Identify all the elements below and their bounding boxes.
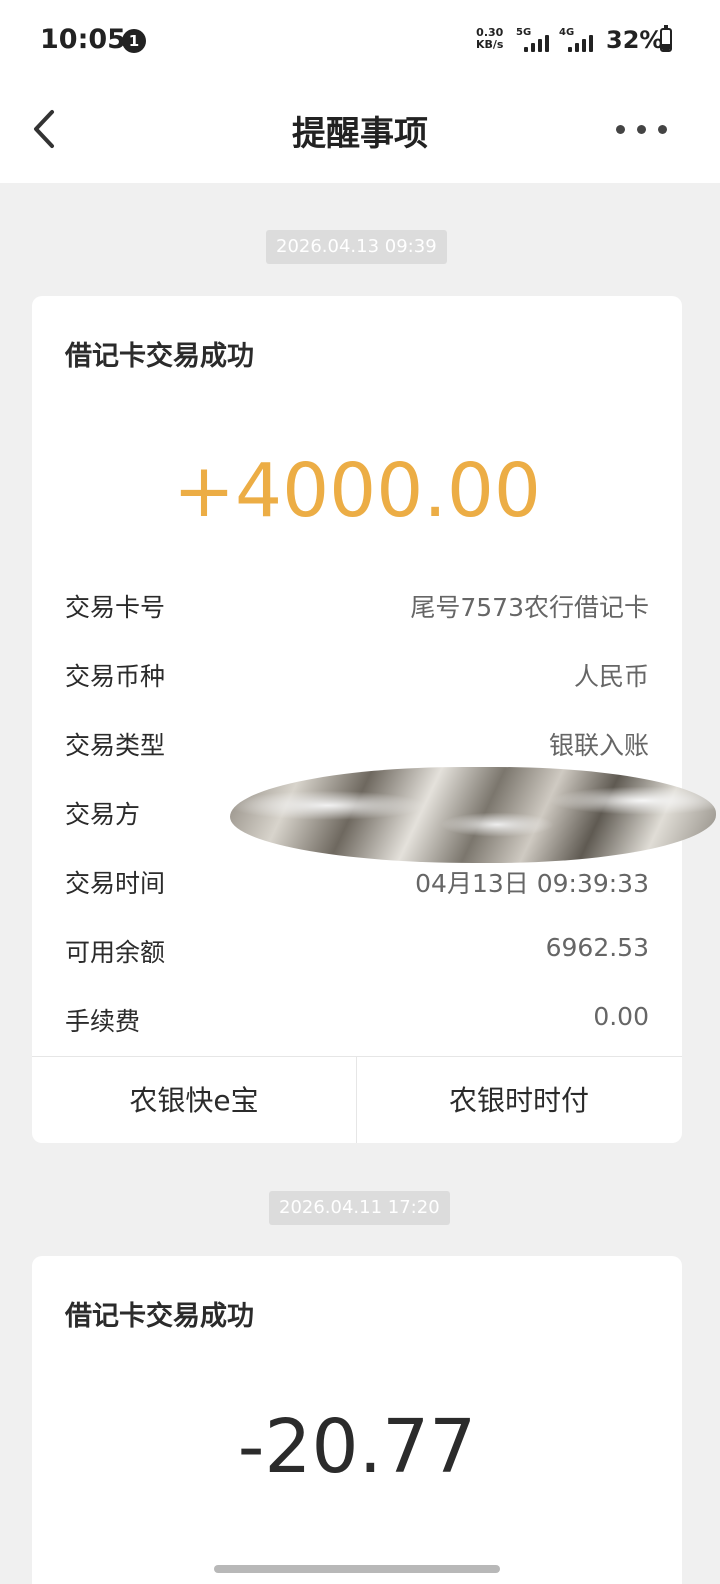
network-speed-unit: KB/s [476, 38, 504, 51]
detail-value: 尾号7573农行借记卡 [410, 593, 649, 622]
signal-5g-icon [524, 34, 552, 52]
detail-row-currency: 交易币种 人民币 [65, 657, 649, 697]
shishifu-button[interactable]: 农银时时付 [357, 1057, 681, 1143]
transaction-card: 借记卡交易成功 -20.77 [32, 1256, 682, 1584]
message-timestamp: 2026.04.13 09:39 [266, 230, 447, 264]
detail-value: 人民币 [573, 662, 649, 691]
more-button[interactable] [612, 112, 672, 146]
notification-badge: 1 [122, 29, 146, 53]
card-action-bar: 农银快e宝 农银时时付 [32, 1056, 682, 1143]
detail-value: 银联入账 [548, 731, 649, 760]
network-speed: 0.30 KB/s [476, 27, 503, 51]
home-indicator[interactable] [214, 1565, 500, 1573]
detail-row-fee: 手续费 0.00 [65, 1002, 649, 1042]
redaction-mark [230, 767, 716, 863]
status-time: 10:05 [40, 24, 126, 55]
message-timestamp: 2026.04.11 17:20 [269, 1191, 450, 1225]
detail-value: 0.00 [593, 1002, 649, 1031]
kuaiebao-button[interactable]: 农银快e宝 [32, 1057, 357, 1143]
detail-row-card-number: 交易卡号 尾号7573农行借记卡 [65, 588, 649, 628]
detail-row-time: 交易时间 04月13日 09:39:33 [65, 864, 649, 904]
detail-label: 交易方 [65, 800, 141, 829]
battery-percentage: 32% [606, 26, 664, 54]
detail-label: 交易类型 [65, 731, 166, 760]
detail-row-type: 交易类型 银联入账 [65, 726, 649, 766]
battery-fill [662, 43, 670, 50]
detail-label: 交易币种 [65, 662, 166, 691]
detail-label: 交易时间 [65, 869, 166, 898]
detail-label: 可用余额 [65, 938, 166, 967]
battery-icon [660, 28, 672, 52]
detail-value: 6962.53 [545, 933, 649, 962]
signal-4g-icon [568, 34, 596, 52]
card-title: 借记卡交易成功 [65, 1301, 254, 1332]
transaction-card: 借记卡交易成功 +4000.00 交易卡号 尾号7573农行借记卡 交易币种 人… [32, 296, 682, 1143]
detail-row-balance: 可用余额 6962.53 [65, 933, 649, 973]
nav-bar: 提醒事项 [0, 82, 720, 183]
transaction-amount: -20.77 [237, 1404, 477, 1490]
card-title: 借记卡交易成功 [65, 341, 254, 372]
transaction-amount: +4000.00 [172, 448, 541, 534]
detail-label: 交易卡号 [65, 593, 166, 622]
detail-label: 手续费 [65, 1007, 141, 1036]
status-bar: 10:05 1 0.30 KB/s 5G 4G 32% [0, 0, 720, 82]
detail-value: 04月13日 09:39:33 [415, 869, 649, 898]
